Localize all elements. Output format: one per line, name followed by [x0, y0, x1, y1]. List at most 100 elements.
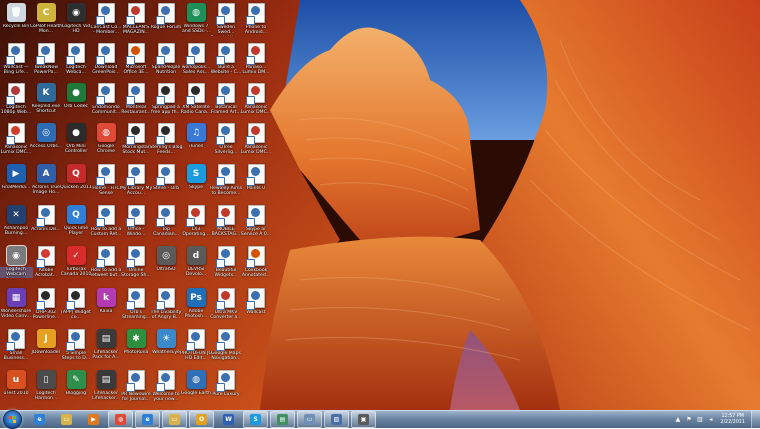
taskbar-button[interactable]: e	[135, 411, 160, 428]
show-desktop-button[interactable]	[751, 411, 760, 428]
desktop-shortcut[interactable]: Online Storage Sh...	[121, 245, 151, 283]
desktop-shortcut[interactable]: Panaso... Lumix DM...	[241, 42, 271, 80]
desktop-shortcut[interactable]: Wallcast	[241, 287, 271, 325]
desktop-shortcut[interactable]: Welcome to your new...	[151, 369, 181, 407]
desktop-shortcut[interactable]: ▤ Lifehacker Pack for A...	[91, 328, 121, 366]
desktop-shortcut[interactable]: CanCast Co... - Member...	[91, 2, 121, 40]
desktop-shortcut[interactable]: Rogue Forum	[151, 2, 181, 40]
desktop-shortcut[interactable]: MOBILE BACKSTAG...	[211, 204, 241, 242]
taskbar-button[interactable]: ▭	[162, 411, 187, 428]
desktop-shortcut[interactable]: Sweden Swed... Brands Wat...	[211, 2, 241, 40]
desktop-shortcut[interactable]: S Skype	[181, 163, 211, 201]
desktop-shortcut[interactable]: Q QuickTime Player	[61, 204, 91, 242]
desktop-shortcut[interactable]: ◍ Google Chrome	[91, 122, 121, 160]
tray-expand-icon[interactable]: ▲	[674, 416, 681, 423]
desktop-shortcut[interactable]: ◉Logitech Webcam Software	[0, 245, 33, 283]
desktop-shortcut[interactable]: ▶ FinalMedia...	[1, 163, 31, 201]
desktop-shortcut[interactable]: Ps Adobe Photosh...	[181, 287, 211, 325]
desktop-shortcut[interactable]: Build a Website - C...	[211, 42, 241, 80]
desktop-shortcut[interactable]: ◎ Access Orbs...	[30, 122, 62, 160]
desktop-shortcut[interactable]: Acronis Dis...	[31, 204, 61, 242]
desktop-shortcut[interactable]: Pure Luxury	[211, 369, 241, 407]
desktop-shortcut[interactable]: My Library My Accou...	[120, 163, 152, 201]
taskbar-button[interactable]: ◍	[108, 411, 133, 428]
desktop-shortcut[interactable]: Sterling's Blog Feeds...	[149, 122, 183, 160]
taskbar-button[interactable]: ▤	[270, 411, 295, 428]
desktop-shortcut[interactable]: Botanical Framed Art...	[211, 82, 241, 120]
taskbar-button[interactable]: ▣	[351, 411, 376, 428]
desktop-shortcut[interactable]: SparkPeople Nutrition	[151, 42, 181, 80]
desktop-shortcut[interactable]: ▤ Lifehacker Lifehacker...	[91, 369, 121, 407]
desktop-shortcut[interactable]: Panasonic Lumix DMC...	[1, 122, 31, 160]
desktop-shortcut[interactable]: ◍ Windows 7 and SSDs-...	[181, 2, 211, 40]
desktop-shortcut[interactable]: How to add a Custom Ret...	[90, 204, 122, 242]
desktop-shortcut[interactable]: XM Satellite Radio Cana...	[181, 82, 211, 120]
desktop-shortcut[interactable]: A Acronis True Image Ho...	[31, 163, 61, 201]
desktop-shortcut[interactable]: Endomondo Communit...	[91, 82, 121, 120]
desktop-shortcut[interactable]: Rewaley Aims to Become...	[210, 163, 242, 201]
network-tray-icon[interactable]: ▥	[696, 416, 703, 423]
desktop-shortcut[interactable]: DHP-302 Powerline...	[31, 287, 61, 325]
desktop-shortcut[interactable]: Morningstar Stock Mut...	[121, 122, 151, 160]
desktop-shortcut[interactable]: ✓ TurboTax Canada 2010	[61, 245, 91, 283]
desktop-shortcut[interactable]: Home - HTC Sense	[91, 163, 121, 201]
desktop-shortcut[interactable]: K KeepVid.exe Shortcut	[31, 82, 61, 120]
desktop-shortcut[interactable]: ▦ Wondershare Video Conv...	[1, 287, 31, 325]
taskbar-button[interactable]: S	[243, 411, 268, 428]
desktop-shortcut[interactable]: ✎ Blogging	[61, 369, 91, 407]
desktop-shortcut[interactable]: ◎ UltraISO	[151, 245, 181, 283]
taskbar-button[interactable]: ▭	[54, 411, 79, 428]
desktop-shortcut[interactable]: C CoPilot Health Mon...	[30, 2, 62, 40]
desktop-shortcut[interactable]: u uTest 2010	[1, 369, 31, 407]
desktop-shortcut[interactable]: TweakNow PowerPa...	[31, 42, 61, 80]
desktop-shortcut[interactable]: ◉ Logitech Vid HD	[61, 2, 91, 40]
desktop-shortcut[interactable]: ✱ PhotoRuna	[121, 328, 151, 366]
desktop-shortcut[interactable]: workspolis... Sales Ass...	[181, 42, 211, 80]
taskbar-button[interactable]: ▶	[81, 411, 106, 428]
desktop-shortcut[interactable]: Beautiful Widgets...	[211, 245, 241, 283]
desktop-shortcut[interactable]: Q Quicken 2011	[60, 163, 92, 201]
volume-icon[interactable]: ◂	[707, 416, 714, 423]
desktop-shortcut[interactable]: k Kaixa	[91, 287, 121, 325]
clock[interactable]: 12:57 PM 2/22/2011	[720, 414, 745, 426]
desktop-shortcut[interactable]: Cookbook Annotated...	[241, 245, 271, 283]
desktop-shortcut[interactable]: J JDownloader	[31, 328, 61, 366]
desktop-shortcut[interactable]: 🗑 Recycle Bin	[1, 2, 31, 40]
desktop-shortcut[interactable]: Ultra MKV Converter a...	[210, 287, 242, 325]
desktop-shortcut[interactable]: ☀ WeatherEye	[151, 328, 181, 366]
taskbar-button[interactable]: W	[216, 411, 241, 428]
taskbar-button[interactable]: e	[27, 411, 52, 428]
desktop-shortcut[interactable]: The Livability of Angry B...	[151, 287, 181, 325]
desktop-shortcut[interactable]: PHOTOFUN JG HD Edit...	[180, 328, 212, 366]
desktop-shortcut[interactable]: Steve - Orb	[151, 163, 181, 201]
desktop-shortcut[interactable]: 5 Simple Steps to D...	[61, 328, 91, 366]
desktop-shortcut[interactable]: Orb's Streaming...	[121, 287, 151, 325]
taskbar-button[interactable]: O	[189, 411, 214, 428]
desktop-shortcut[interactable]: ✕ Ashampoo Burning...	[1, 204, 31, 242]
desktop-shortcut[interactable]: How to add a retweet but...	[90, 245, 122, 283]
desktop-shortcut[interactable]: ● Orb Mini Controller	[61, 122, 91, 160]
desktop-shortcut[interactable]: Adobe Acrobat...	[31, 245, 61, 283]
start-button[interactable]	[3, 410, 22, 429]
action-center-flag-icon[interactable]: ⚑	[685, 416, 692, 423]
desktop-shortcut[interactable]: Download GreenPois...	[91, 42, 121, 80]
desktop-shortcut[interactable]: Phone to Android...	[241, 2, 271, 40]
desktop-shortcut[interactable]: Microsoft Office 3E...	[121, 42, 151, 80]
desktop-shortcut[interactable]: Wallcast — Bing Life...	[1, 42, 31, 80]
desktop-shortcut[interactable]: Skype ar Service A 0...	[241, 204, 271, 242]
taskbar-button[interactable]: ▨	[324, 411, 349, 428]
desktop-shortcut[interactable]: Top Canadian...	[151, 204, 181, 242]
desktop-shortcut[interactable]: LX3 Operating...	[181, 204, 211, 242]
desktop-shortcut[interactable]: Small Business...	[1, 328, 31, 366]
desktop-shortcut[interactable]: ● Orb Codec	[61, 82, 91, 120]
desktop-shortcut[interactable]: Office - Windo...	[121, 204, 151, 242]
desktop-shortcut[interactable]: Google Maps Navigation...	[211, 328, 241, 366]
desktop-shortcut[interactable]: Panasonic Lumix DMC...	[241, 82, 271, 120]
desktop-shortcut[interactable]: MACLEAN'S MAGAZIN...	[121, 2, 151, 40]
desktop-shortcut[interactable]: PR Newswire for Journal...	[121, 369, 151, 407]
desktop-shortcut[interactable]: [APP] Widget co...	[61, 287, 91, 325]
taskbar-button[interactable]: ▭	[297, 411, 322, 428]
desktop-shortcut[interactable]: QTree Silverlig...	[211, 122, 241, 160]
desktop-shortcut[interactable]: ▯ Logitech Harmon...	[31, 369, 61, 407]
desktop-shortcut[interactable]: Montreal Restaurant...	[121, 82, 151, 120]
